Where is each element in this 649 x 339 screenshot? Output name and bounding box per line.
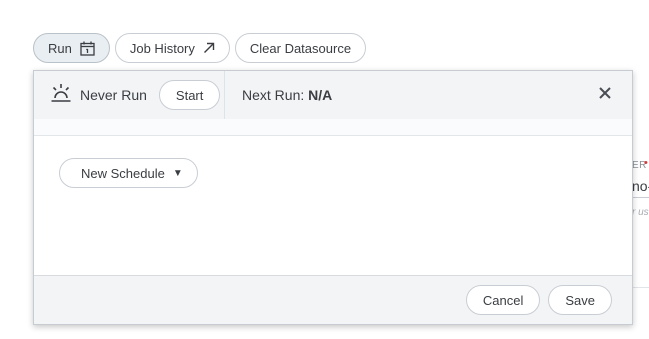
toolbar: Run Job History Clear Datasource	[33, 33, 367, 63]
run-label: Run	[48, 40, 72, 56]
next-run: Next Run: N/A	[242, 87, 332, 103]
background-required-mark: •	[644, 157, 648, 169]
next-run-value: N/A	[308, 87, 333, 103]
job-history-label: Job History	[129, 40, 195, 56]
dialog-header: Never Run Start Next Run: N/A	[34, 71, 632, 119]
sunrise-icon	[50, 82, 72, 109]
new-schedule-label: New Schedule	[81, 165, 165, 181]
clear-datasource-label: Clear Datasource	[249, 40, 352, 56]
clear-datasource-button[interactable]: Clear Datasource	[234, 33, 367, 63]
close-icon	[599, 86, 611, 104]
dialog-subheader	[34, 119, 632, 136]
job-history-button[interactable]: Job History	[114, 33, 230, 63]
run-status: Never Run Start	[34, 71, 225, 119]
arrow-up-right-icon	[203, 42, 215, 54]
next-run-label: Next Run:	[242, 87, 305, 103]
calendar-icon	[80, 41, 95, 56]
close-button[interactable]	[596, 86, 614, 104]
status-label: Never Run	[80, 87, 147, 103]
caret-down-icon: ▼	[172, 167, 183, 179]
background-field-value: no-	[632, 178, 649, 194]
cancel-button[interactable]: Cancel	[465, 285, 541, 315]
background-divider	[632, 287, 649, 288]
background-field-hint: r us	[632, 207, 649, 218]
save-button[interactable]: Save	[548, 285, 612, 315]
background-field-underline	[632, 197, 649, 198]
schedule-dialog: Never Run Start Next Run: N/A New Schedu…	[33, 70, 633, 325]
start-button[interactable]: Start	[158, 80, 221, 110]
new-schedule-button[interactable]: New Schedule ▼	[59, 158, 198, 188]
run-button[interactable]: Run	[33, 33, 110, 63]
dialog-footer: Cancel Save	[34, 275, 632, 324]
